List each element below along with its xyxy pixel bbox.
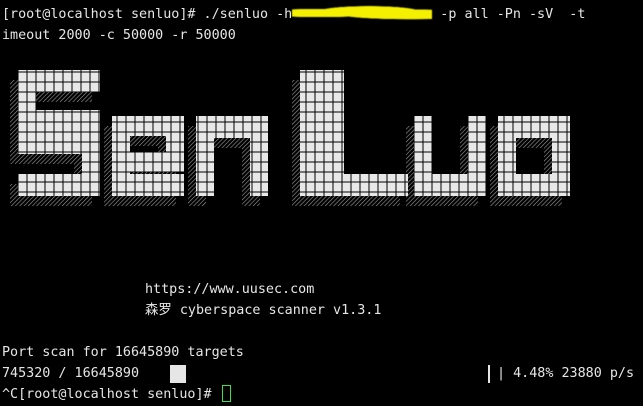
command-line: [root@localhost senluo]# ./senluo -h -p …	[2, 4, 585, 25]
progress-fill	[172, 365, 187, 383]
command-continuation: imeout 2000 -c 50000 -r 50000	[2, 28, 236, 43]
progress-bar	[170, 365, 490, 383]
scan-header: Port scan for 16645890 targets	[2, 345, 244, 360]
final-prompt-line[interactable]: ^C[root@localhost senluo]#	[2, 384, 231, 405]
progress-stats: | 4.48% 23880 p/s	[497, 366, 635, 381]
final-prompt: ^C[root@localhost senluo]#	[2, 387, 220, 402]
redacted-host	[292, 6, 433, 20]
senluo-ascii-logo: SenLuo	[10, 70, 570, 206]
banner-url: https://www.uusec.com	[145, 282, 315, 297]
shell-prompt: [root@localhost senluo]#	[2, 7, 204, 22]
progress-count: 745320 / 16645890	[2, 366, 148, 381]
terminal-window[interactable]: [root@localhost senluo]# ./senluo -h -p …	[0, 0, 643, 406]
banner-tagline: 森罗 cyberspace scanner v1.3.1	[145, 303, 382, 318]
command-prefix: ./senluo -h	[203, 7, 293, 22]
command-suffix: -p all -Pn -sV -t	[432, 7, 586, 22]
text-cursor[interactable]	[221, 385, 231, 402]
